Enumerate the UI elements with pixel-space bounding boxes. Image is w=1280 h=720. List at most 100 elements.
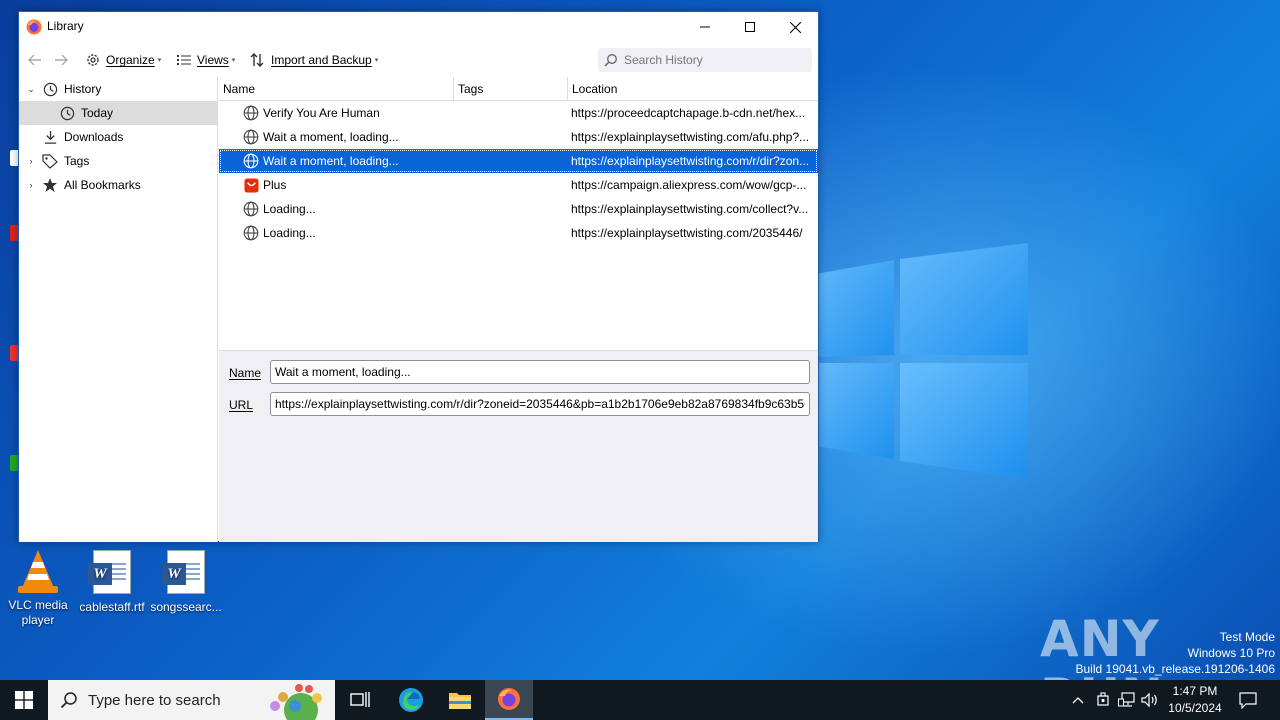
clock-time: 1:47 PM xyxy=(1172,684,1218,698)
sidebar-item-label: Today xyxy=(81,106,114,120)
collapse-chevron-icon[interactable]: ⌄ xyxy=(26,84,36,95)
sidebar-item-label: All Bookmarks xyxy=(64,178,141,192)
maximize-icon xyxy=(745,22,755,32)
watermark-edition: Windows 10 Pro xyxy=(1187,646,1275,660)
column-header-location[interactable]: Location xyxy=(568,77,818,101)
sidebar-item-label: Tags xyxy=(64,154,90,168)
watermark-build: Build 19041.vb_release.191206-1406 xyxy=(1075,662,1276,676)
file-explorer-taskbar-button[interactable] xyxy=(436,680,484,720)
organize-menu-button[interactable]: Organize ▾ xyxy=(85,50,161,70)
import-export-icon xyxy=(250,53,264,67)
clock-icon xyxy=(59,105,75,121)
url-field-label: URL xyxy=(229,398,254,412)
column-header-tags[interactable]: Tags xyxy=(454,77,568,101)
firefox-taskbar-button[interactable] xyxy=(485,680,533,720)
row-title: Loading... xyxy=(263,202,316,216)
library-window: Library Organize ▾ Views ▾ Import and Ba… xyxy=(18,11,819,542)
row-location: https://explainplaysettwisting.com/colle… xyxy=(571,202,809,216)
volume-icon[interactable] xyxy=(1140,690,1160,710)
sidebar-item-tags[interactable]: › Tags xyxy=(19,149,218,173)
history-row[interactable]: Loading... https://explainplaysettwistin… xyxy=(219,197,818,221)
history-row-selected[interactable]: Wait a moment, loading... https://explai… xyxy=(219,149,818,173)
title-bar[interactable]: Library xyxy=(19,12,818,42)
taskbar-search-input[interactable] xyxy=(88,691,258,709)
vlc-icon xyxy=(14,548,62,596)
history-list: Name Tags Location Verify You Are Human … xyxy=(219,77,818,350)
search-history-box[interactable] xyxy=(598,48,812,72)
expand-chevron-icon[interactable]: › xyxy=(26,180,36,190)
tag-icon xyxy=(42,153,58,169)
task-view-button[interactable] xyxy=(336,680,384,720)
sidebar-item-label: Downloads xyxy=(64,130,124,144)
sidebar-item-all-bookmarks[interactable]: › All Bookmarks xyxy=(19,173,218,197)
search-icon xyxy=(604,54,617,67)
show-hidden-icons-chevron-icon[interactable] xyxy=(1068,690,1088,710)
row-location: https://explainplaysettwisting.com/20354… xyxy=(571,226,803,240)
close-button[interactable] xyxy=(772,12,818,42)
sidebar-item-downloads[interactable]: Downloads xyxy=(19,125,218,149)
globe-icon xyxy=(243,225,259,241)
folder-icon xyxy=(449,693,471,709)
url-field[interactable] xyxy=(270,392,810,416)
row-title: Wait a moment, loading... xyxy=(263,154,399,168)
list-view-icon xyxy=(177,55,191,65)
network-icon[interactable] xyxy=(1117,690,1137,710)
system-clock[interactable]: 1:47 PM 10/5/2024 xyxy=(1160,683,1230,717)
clock-icon xyxy=(42,81,58,97)
import-backup-label: Import and Backup xyxy=(271,53,372,67)
column-header-row: Name Tags Location xyxy=(219,77,818,101)
desktop-icon-label: songssearc... xyxy=(150,600,222,614)
window-title: Library xyxy=(47,19,84,33)
edge-taskbar-button[interactable] xyxy=(387,680,435,720)
toolbar: Organize ▾ Views ▾ Import and Backup ▾ xyxy=(19,46,818,74)
maximize-button[interactable] xyxy=(727,12,773,42)
gear-icon xyxy=(87,54,99,66)
history-row[interactable]: Verify You Are Human https://proceedcapt… xyxy=(219,101,818,125)
row-title: Plus xyxy=(263,178,287,192)
forward-button[interactable] xyxy=(53,50,69,70)
sidebar-item-history[interactable]: ⌄ History xyxy=(19,77,218,101)
name-field[interactable] xyxy=(270,360,810,384)
back-button[interactable] xyxy=(27,50,43,70)
download-icon xyxy=(42,129,58,145)
desktop-icon-label: cablestaff.rtf xyxy=(79,600,145,614)
dropdown-arrow-icon: ▾ xyxy=(374,57,379,64)
desktop-icon-label: VLC media player xyxy=(8,598,68,627)
desktop-icon-songssearch[interactable]: W songssearc... xyxy=(148,548,224,615)
sidebar-item-today[interactable]: Today xyxy=(19,101,218,125)
import-backup-menu-button[interactable]: Import and Backup ▾ xyxy=(249,50,378,70)
globe-icon xyxy=(243,105,259,121)
action-center-icon[interactable] xyxy=(1238,690,1258,710)
views-menu-button[interactable]: Views ▾ xyxy=(177,50,235,70)
desktop-icon-vlc[interactable]: VLC media player xyxy=(0,548,76,628)
globe-icon xyxy=(243,201,259,217)
firefox-icon xyxy=(26,19,42,35)
history-row[interactable]: Loading... https://explainplaysettwistin… xyxy=(219,221,818,245)
clock-date: 10/5/2024 xyxy=(1168,701,1222,715)
row-location: https://explainplaysettwisting.com/r/dir… xyxy=(571,154,810,168)
search-history-input[interactable] xyxy=(624,53,804,67)
forward-arrow-icon xyxy=(55,54,68,66)
windows-start-icon xyxy=(15,691,33,709)
edge-icon xyxy=(399,688,423,712)
places-sidebar: ⌄ History Today Downloads › Tags › All B… xyxy=(19,77,218,542)
expand-chevron-icon[interactable]: › xyxy=(26,156,36,166)
views-label: Views xyxy=(197,53,229,67)
row-title: Verify You Are Human xyxy=(263,106,380,120)
start-button[interactable] xyxy=(0,680,48,720)
minimize-icon xyxy=(700,26,710,28)
organize-label: Organize xyxy=(106,53,155,67)
column-header-name[interactable]: Name xyxy=(219,77,454,101)
desktop-icon-cablestaff[interactable]: W cablestaff.rtf xyxy=(74,548,150,615)
search-highlight-illustration-icon xyxy=(270,684,322,720)
word-document-icon: W xyxy=(162,550,210,598)
search-icon xyxy=(60,692,77,709)
details-pane: Name URL xyxy=(219,350,818,542)
taskbar-search-box[interactable] xyxy=(48,680,335,720)
minimize-button[interactable] xyxy=(682,12,728,42)
history-row[interactable]: Plus https://campaign.aliexpress.com/wow… xyxy=(219,173,818,197)
back-arrow-icon xyxy=(28,54,41,66)
history-row[interactable]: Wait a moment, loading... https://explai… xyxy=(219,125,818,149)
row-title: Wait a moment, loading... xyxy=(263,130,399,144)
device-icon[interactable] xyxy=(1093,690,1113,710)
